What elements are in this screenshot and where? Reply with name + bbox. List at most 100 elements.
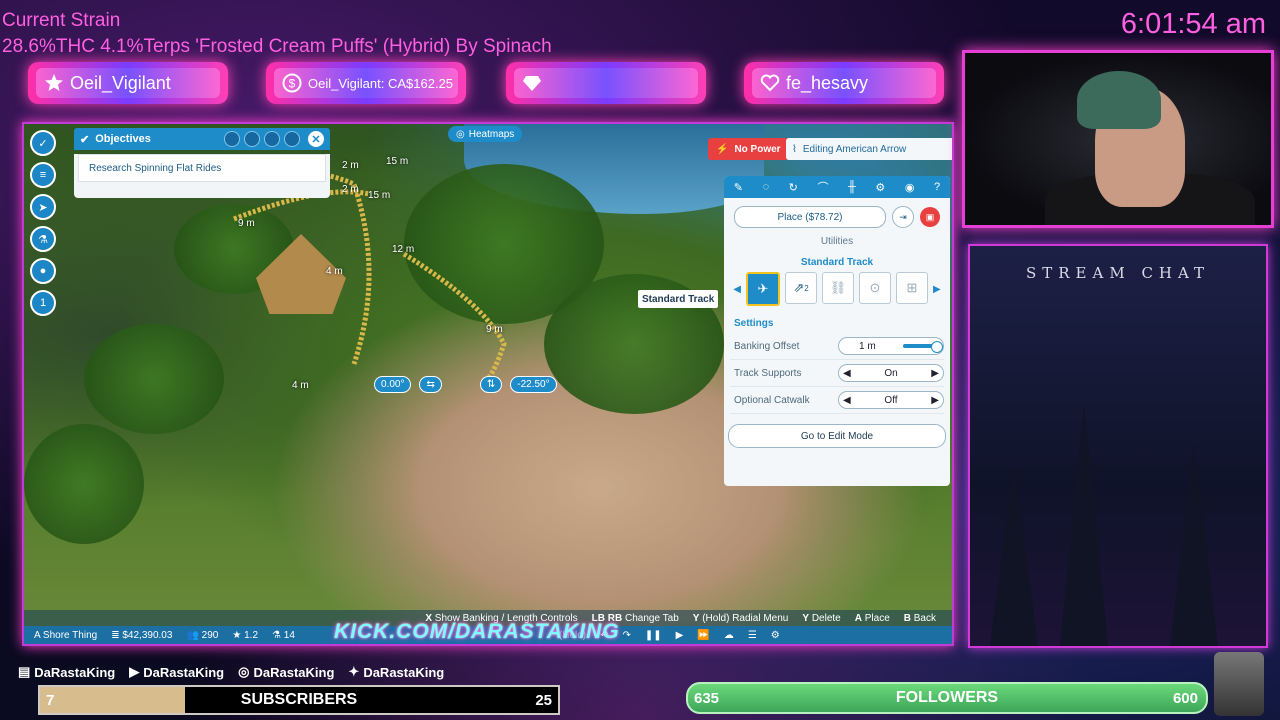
social-twitter[interactable]: ✦ DaRastaKing — [348, 664, 444, 680]
play-icon[interactable]: ▶ — [676, 630, 684, 641]
loop-tab-icon[interactable]: ◌ — [763, 181, 770, 193]
navigation-icon[interactable]: ➤ — [30, 194, 56, 220]
stream-chat-panel: STREAM CHAT — [968, 244, 1268, 648]
standard-track-piece[interactable]: ✈ — [746, 272, 780, 306]
chevron-right-icon[interactable]: ▶ — [931, 368, 939, 379]
height-marker: 12 m — [392, 244, 415, 255]
piece-badge: 2 — [804, 283, 809, 293]
guests-display[interactable]: 👥 290 — [186, 630, 218, 641]
banking-offset-slider[interactable]: 1 m — [838, 337, 944, 355]
help-icon[interactable]: ? — [934, 181, 940, 193]
banking-left-value[interactable]: 0.00° — [374, 376, 412, 393]
curve-tab-icon[interactable]: ⌒ — [817, 179, 828, 195]
track-tab-icon[interactable]: ✎ — [734, 181, 743, 194]
track-supports-toggle[interactable]: ◀ On ▶ — [838, 364, 944, 382]
menu-icon[interactable]: ☰ — [748, 630, 757, 641]
brake-track-piece[interactable]: ⛓ — [822, 272, 854, 304]
hint-text: Place — [864, 612, 890, 624]
palette-icon[interactable]: ◉ — [905, 181, 915, 194]
no-power-label: No Power — [734, 143, 781, 155]
hint: Y Delete — [802, 613, 840, 624]
power-icon: ⚡ — [716, 143, 729, 155]
finance-icon[interactable]: ≡ — [30, 162, 56, 188]
guests-value: 290 — [201, 629, 219, 641]
hint-text: Back — [913, 612, 936, 624]
star-icon — [45, 74, 63, 91]
setting-value: On — [884, 367, 898, 379]
game-viewport[interactable]: ✓ ≡ ➤ ⚗ ● 1 ✔ Objectives ✕ Research Spin… — [22, 122, 954, 646]
youtube-icon: ▶ — [129, 664, 140, 679]
followers-goal-bar: 635 FOLLOWERS 600 — [686, 682, 1208, 714]
page-dot[interactable] — [284, 131, 300, 147]
height-marker: 9 m — [486, 324, 503, 335]
length-arrows-icon[interactable]: ⇆ — [419, 376, 442, 393]
alert-banner-sub: fe_hesavy — [744, 62, 944, 104]
page-dot[interactable] — [264, 131, 280, 147]
hint-text: (Hold) Radial Menu — [702, 612, 789, 624]
redo-icon[interactable]: ↷ — [623, 630, 631, 641]
banner-text: Oeil_Vigilant — [70, 72, 171, 93]
chevron-right-icon[interactable]: ▶ — [931, 395, 939, 406]
heatmaps-button[interactable]: ◎ Heatmaps — [448, 126, 523, 142]
left-toolbar: ✓ ≡ ➤ ⚗ ● 1 — [28, 124, 58, 322]
chevron-left-icon[interactable]: ◀ — [843, 368, 851, 379]
diamond-icon — [523, 76, 541, 91]
pause-icon[interactable]: ❚❚ — [645, 630, 662, 641]
page-dot[interactable] — [244, 131, 260, 147]
objectives-icon[interactable]: ✓ — [30, 130, 56, 156]
setting-label: Optional Catwalk — [734, 394, 810, 406]
social-name: DaRastaKing — [363, 664, 445, 680]
optional-catwalk-toggle[interactable]: ◀ Off ▶ — [838, 391, 944, 409]
chevron-right-icon[interactable]: ▶ — [933, 284, 941, 295]
money-icon: ≣ — [111, 629, 120, 641]
gear-icon[interactable]: ⚙ — [875, 181, 885, 194]
heatmaps-label: Heatmaps — [468, 128, 515, 140]
rating-display[interactable]: ★ 1.2 — [232, 630, 258, 641]
demolish-icon[interactable]: ▣ — [920, 207, 940, 227]
page-dot[interactable] — [224, 131, 240, 147]
kick-url-overlay: KICK.COM/DARASTAKING — [334, 620, 620, 643]
research-icon[interactable]: ⚗ — [30, 226, 56, 252]
slider-track[interactable] — [903, 341, 943, 353]
chevron-left-icon[interactable]: ◀ — [843, 395, 851, 406]
objective-item[interactable]: Research Spinning Flat Rides — [78, 154, 326, 182]
instagram-icon: ◎ — [238, 664, 250, 679]
edit-mode-button[interactable]: Go to Edit Mode — [728, 424, 946, 448]
money-display[interactable]: ≣ $42,390.03 — [111, 630, 172, 641]
slider-handle[interactable] — [931, 341, 943, 353]
close-icon[interactable]: ✕ — [308, 131, 324, 147]
booster-track-piece[interactable]: ⊙ — [859, 272, 891, 304]
setting-value: Off — [884, 394, 898, 406]
weather-icon[interactable]: ☁ — [724, 630, 734, 641]
height-marker: 9 m — [238, 218, 255, 229]
staff-display[interactable]: ⚗ 14 — [272, 630, 295, 641]
social-links: ▤ DaRastaKing ▶ DaRastaKing ◎ DaRastaKing ✦… — [18, 664, 444, 680]
lift-track-piece[interactable]: ⇗ 2 — [785, 272, 817, 304]
banking-right-value[interactable]: -22.50° — [510, 376, 557, 393]
place-button[interactable]: Place ($78.72) — [734, 206, 886, 228]
setting-label: Banking Offset — [734, 340, 800, 352]
notifications-icon[interactable]: ● — [30, 258, 56, 284]
social-twitch[interactable]: ▤ DaRastaKing — [18, 664, 115, 680]
setting-label: Track Supports — [734, 367, 802, 379]
guests-icon[interactable]: 1 — [30, 290, 56, 316]
track-builder-panel: ✎ ◌ ↻ ⌒ ╫ ⚙ ◉ ? Place ($78.72) ⇥ ▣ Utili… — [724, 176, 950, 486]
followers-goal: 600 — [1172, 689, 1198, 707]
toggle-icon[interactable]: ⇥ — [892, 206, 914, 228]
spin-tab-icon[interactable]: ↻ — [789, 181, 798, 194]
social-instagram[interactable]: ◎ DaRastaKing — [238, 664, 334, 680]
chat-title: STREAM CHAT — [1025, 264, 1211, 282]
no-power-badge[interactable]: ⚡ No Power — [708, 138, 789, 160]
staff-value: 14 — [283, 629, 295, 641]
park-name[interactable]: A Shore Thing — [34, 630, 97, 641]
settings-icon[interactable]: ⚙ — [771, 630, 780, 641]
webcam-feed — [962, 50, 1274, 228]
followers-label: FOLLOWERS — [895, 689, 999, 706]
fast-forward-icon[interactable]: ⏩ — [697, 630, 709, 641]
chevron-left-icon[interactable]: ◀ — [733, 284, 741, 295]
height-arrows-icon[interactable]: ⇅ — [479, 376, 503, 393]
height-marker: 15 m — [386, 156, 409, 167]
social-youtube[interactable]: ▶ DaRastaKing — [129, 664, 224, 680]
supports-tab-icon[interactable]: ╫ — [848, 181, 856, 193]
station-track-piece[interactable]: ⊞ — [896, 272, 928, 304]
